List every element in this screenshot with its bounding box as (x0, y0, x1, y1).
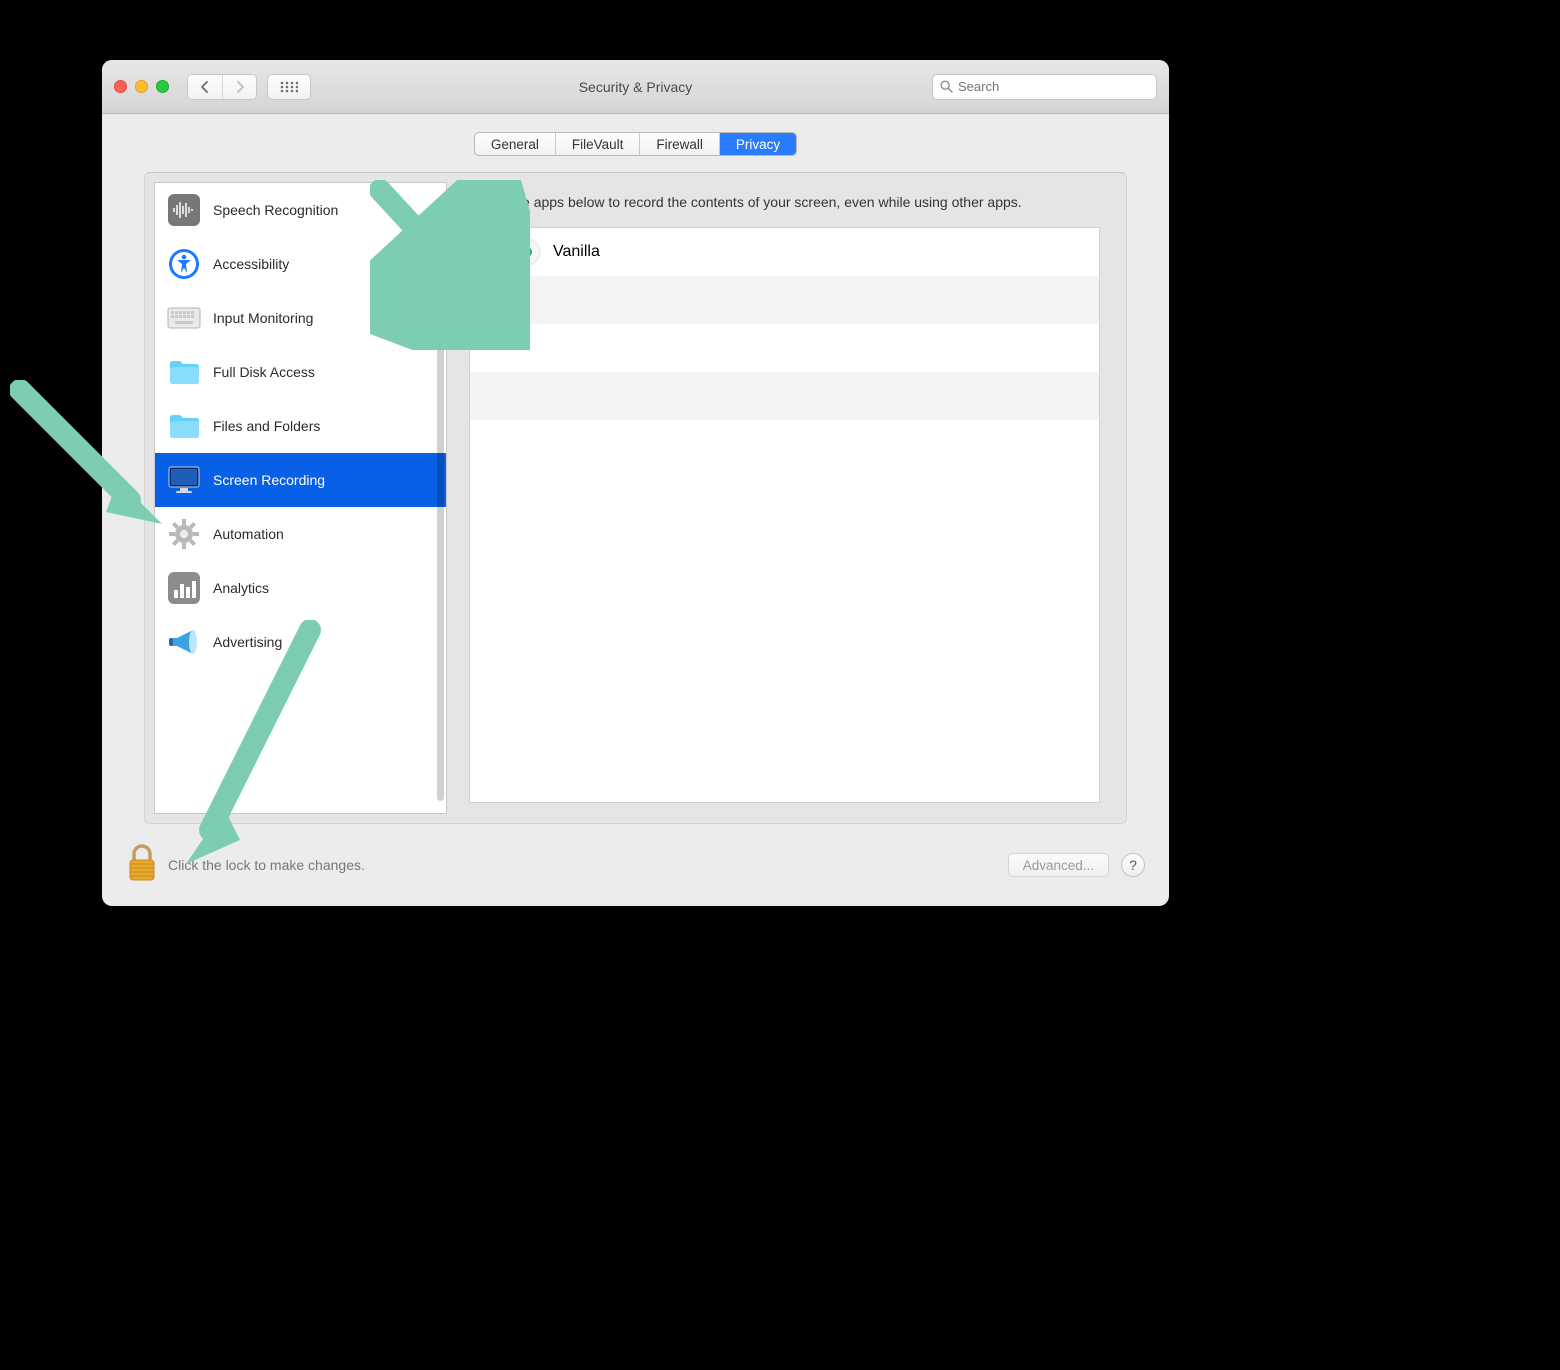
sidebar-item-label: Screen Recording (213, 472, 325, 488)
search-input[interactable] (958, 79, 1149, 94)
show-all-button[interactable] (267, 74, 311, 100)
app-row-empty (470, 372, 1099, 420)
vanilla-dot-icon (513, 238, 541, 266)
content-frame: Speech Recognition Accessibility Input M… (144, 172, 1127, 824)
tab-bar: General FileVault Firewall Privacy (102, 114, 1169, 172)
sidebar-item-label: Input Monitoring (213, 310, 313, 326)
sidebar-item-label: Speech Recognition (213, 202, 338, 218)
gear-icon (167, 517, 201, 551)
close-button[interactable] (114, 80, 127, 93)
keyboard-icon (167, 301, 201, 335)
lock-icon[interactable] (126, 844, 158, 887)
tabs: General FileVault Firewall Privacy (474, 132, 797, 156)
nav-buttons (187, 74, 257, 100)
sidebar-item-label: Automation (213, 526, 284, 542)
lock-label: Click the lock to make changes. (168, 857, 365, 873)
tab-filevault[interactable]: FileVault (555, 133, 640, 155)
sidebar-item-label: Analytics (213, 580, 269, 596)
app-row-empty (470, 324, 1099, 372)
tab-firewall[interactable]: Firewall (639, 133, 719, 155)
sidebar-item-full-disk-access[interactable]: Full Disk Access (155, 345, 446, 399)
app-row-empty (470, 276, 1099, 324)
waveform-icon (167, 193, 201, 227)
app-list: Vanilla (469, 227, 1100, 803)
tab-privacy[interactable]: Privacy (719, 133, 796, 155)
app-row-vanilla[interactable]: Vanilla (470, 228, 1099, 276)
sidebar-item-files-and-folders[interactable]: Files and Folders (155, 399, 446, 453)
sidebar-item-screen-recording[interactable]: Screen Recording (155, 453, 446, 507)
folder-icon (167, 355, 201, 389)
help-button[interactable]: ? (1121, 853, 1145, 877)
pane-description: Allow the apps below to record the conte… (469, 193, 1100, 227)
sidebar-item-label: Files and Folders (213, 418, 320, 434)
app-row-empty (470, 420, 1099, 468)
sidebar-item-advertising[interactable]: Advertising (155, 615, 446, 669)
minimize-button[interactable] (135, 80, 148, 93)
sidebar-scrollbar[interactable] (437, 223, 444, 801)
accessibility-icon (167, 247, 201, 281)
tab-general[interactable]: General (475, 133, 555, 155)
advanced-button[interactable]: Advanced... (1008, 853, 1109, 877)
app-name: Vanilla (553, 243, 600, 261)
search-field[interactable] (932, 74, 1157, 100)
checkbox[interactable] (484, 243, 501, 260)
sidebar-item-input-monitoring[interactable]: Input Monitoring (155, 291, 446, 345)
megaphone-icon (167, 625, 201, 659)
footer: Click the lock to make changes. Advanced… (126, 842, 1145, 888)
sidebar-item-label: Accessibility (213, 256, 289, 272)
detail-pane: Allow the apps below to record the conte… (447, 173, 1126, 823)
sidebar-container: Speech Recognition Accessibility Input M… (145, 173, 447, 823)
preferences-window: Security & Privacy General FileVault Fir… (102, 60, 1169, 906)
sidebar-item-analytics[interactable]: Analytics (155, 561, 446, 615)
chart-icon (167, 571, 201, 605)
display-icon (167, 463, 201, 497)
titlebar: Security & Privacy (102, 60, 1169, 114)
sidebar-item-label: Full Disk Access (213, 364, 315, 380)
back-button[interactable] (188, 75, 222, 99)
traffic-lights (114, 80, 169, 93)
sidebar-item-accessibility[interactable]: Accessibility (155, 237, 446, 291)
sidebar-item-label: Advertising (213, 634, 282, 650)
maximize-button[interactable] (156, 80, 169, 93)
sidebar-item-automation[interactable]: Automation (155, 507, 446, 561)
privacy-sidebar: Speech Recognition Accessibility Input M… (154, 182, 447, 814)
forward-button[interactable] (222, 75, 256, 99)
search-icon (940, 80, 953, 93)
folder-icon (167, 409, 201, 443)
sidebar-item-speech-recognition[interactable]: Speech Recognition (155, 183, 446, 237)
